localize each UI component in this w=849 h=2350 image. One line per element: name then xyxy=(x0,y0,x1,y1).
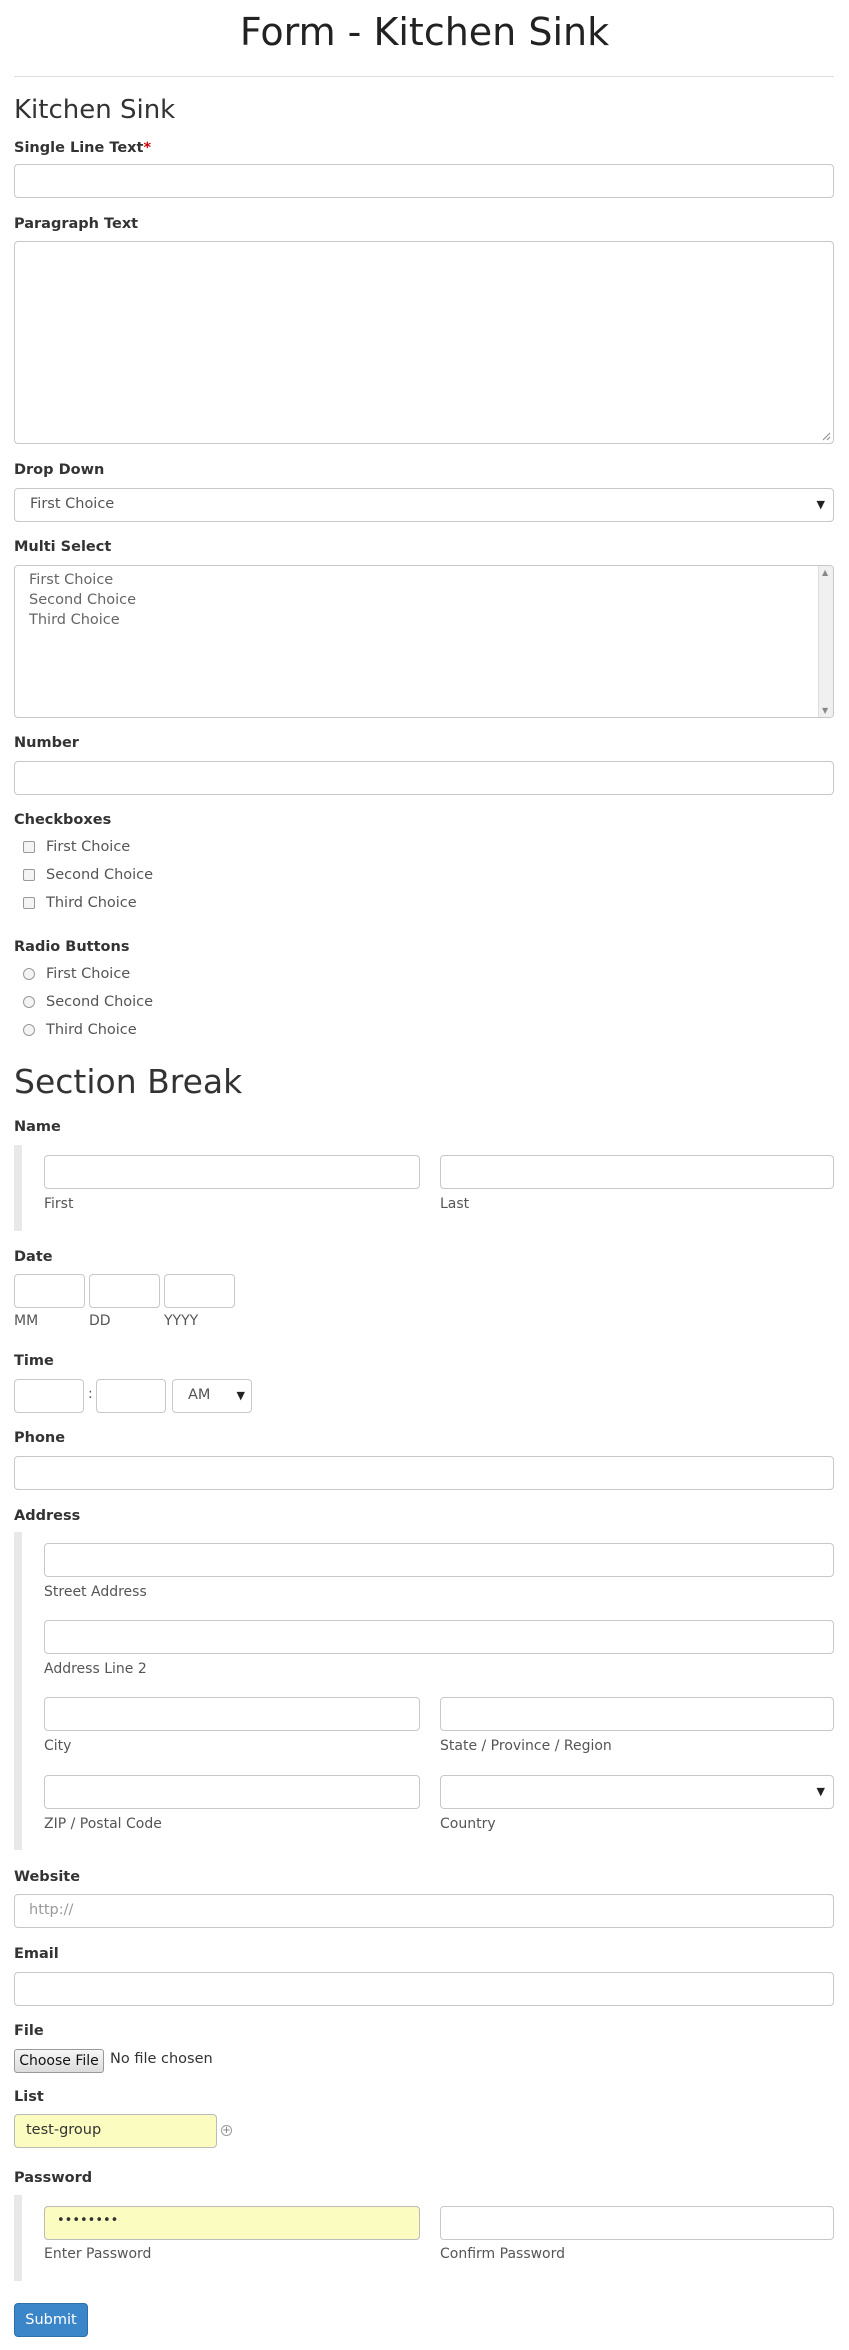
phone-label: Phone xyxy=(14,1430,66,1446)
checkbox-second[interactable] xyxy=(23,869,35,881)
dropdown-value: First Choice xyxy=(30,496,115,512)
first-name-input[interactable] xyxy=(44,1155,420,1189)
address-line2-sublabel: Address Line 2 xyxy=(44,1661,147,1677)
paragraph-label: Paragraph Text xyxy=(14,216,139,232)
date-day-sublabel: DD xyxy=(89,1313,111,1329)
password-value: •••••••• xyxy=(57,2213,119,2228)
file-status: No file chosen xyxy=(110,2051,213,2067)
chevron-down-icon: ▼ xyxy=(236,1389,245,1402)
website-input[interactable]: http:// xyxy=(14,1894,834,1928)
email-input[interactable] xyxy=(14,1972,834,2006)
time-separator: : xyxy=(88,1386,93,1402)
password-label: Password xyxy=(14,2170,93,2186)
checkboxes-label: Checkboxes xyxy=(14,812,112,828)
list-value: test-group xyxy=(26,2122,102,2138)
page-title: Form - Kitchen Sink xyxy=(239,10,610,54)
last-name-sublabel: Last xyxy=(440,1196,470,1212)
last-name-input[interactable] xyxy=(440,1155,834,1189)
street-address-sublabel: Street Address xyxy=(44,1584,147,1600)
single-line-input[interactable] xyxy=(14,164,834,198)
name-label: Name xyxy=(14,1119,61,1135)
state-sublabel: State / Province / Region xyxy=(440,1738,612,1754)
country-sublabel: Country xyxy=(440,1816,496,1832)
dropdown-select[interactable]: First Choice ▼ xyxy=(14,488,834,522)
checkbox-label: Third Choice xyxy=(46,895,137,911)
date-year-sublabel: YYYY xyxy=(164,1313,199,1329)
multiselect-option[interactable]: Second Choice xyxy=(29,592,136,608)
multiselect-list[interactable]: First Choice Second Choice Third Choice … xyxy=(14,565,834,718)
time-ampm-select[interactable]: AM ▼ xyxy=(172,1379,252,1413)
submit-button[interactable]: Submit xyxy=(14,2303,88,2337)
state-input[interactable] xyxy=(440,1697,834,1731)
list-input[interactable]: test-group xyxy=(14,2114,217,2148)
website-label: Website xyxy=(14,1869,81,1885)
time-minute-input[interactable] xyxy=(96,1379,166,1413)
radio-third[interactable] xyxy=(23,1024,35,1036)
dropdown-label: Drop Down xyxy=(14,462,105,478)
enter-password-sublabel: Enter Password xyxy=(44,2246,152,2262)
paragraph-textarea[interactable] xyxy=(14,241,834,444)
first-name-sublabel: First xyxy=(44,1196,74,1212)
password-group-bar xyxy=(14,2195,22,2281)
zip-sublabel: ZIP / Postal Code xyxy=(44,1816,162,1832)
multiselect-scrollbar[interactable]: ▲ ▼ xyxy=(818,566,833,717)
form-heading: Kitchen Sink xyxy=(14,95,176,125)
time-hour-input[interactable] xyxy=(14,1379,84,1413)
date-year-input[interactable] xyxy=(164,1274,235,1308)
checkbox-first[interactable] xyxy=(23,841,35,853)
confirm-password-sublabel: Confirm Password xyxy=(440,2246,566,2262)
city-sublabel: City xyxy=(44,1738,72,1754)
checkbox-third[interactable] xyxy=(23,897,35,909)
date-month-input[interactable] xyxy=(14,1274,85,1308)
checkbox-label: Second Choice xyxy=(46,867,154,883)
ampm-value: AM xyxy=(188,1387,211,1403)
address-group-bar xyxy=(14,1532,22,1850)
multiselect-option[interactable]: First Choice xyxy=(29,572,113,588)
scroll-up-icon[interactable]: ▲ xyxy=(822,568,828,577)
resize-handle-icon[interactable] xyxy=(822,432,831,441)
radio-label: Second Choice xyxy=(46,994,154,1010)
country-select[interactable]: ▼ xyxy=(440,1775,834,1809)
multiselect-option[interactable]: Third Choice xyxy=(29,612,120,628)
phone-input[interactable] xyxy=(14,1456,834,1490)
number-input[interactable] xyxy=(14,761,834,795)
address-label: Address xyxy=(14,1508,81,1524)
section-break-heading: Section Break xyxy=(14,1062,243,1101)
radio-label: First Choice xyxy=(46,966,131,982)
address-line2-input[interactable] xyxy=(44,1620,834,1654)
checkbox-label: First Choice xyxy=(46,839,131,855)
single-line-label: Single Line Text* xyxy=(14,140,152,156)
multiselect-label: Multi Select xyxy=(14,539,112,555)
name-group-bar xyxy=(14,1145,22,1231)
city-input[interactable] xyxy=(44,1697,420,1731)
title-divider xyxy=(14,76,834,77)
add-icon[interactable]: + xyxy=(221,2125,232,2136)
password-input[interactable]: •••••••• xyxy=(44,2206,420,2240)
date-day-input[interactable] xyxy=(89,1274,160,1308)
email-label: Email xyxy=(14,1946,59,1962)
list-label: List xyxy=(14,2089,44,2105)
chevron-down-icon: ▼ xyxy=(816,1785,825,1798)
number-label: Number xyxy=(14,735,79,751)
scroll-down-icon[interactable]: ▼ xyxy=(822,706,828,715)
date-label: Date xyxy=(14,1249,53,1265)
radio-first[interactable] xyxy=(23,968,35,980)
radios-label: Radio Buttons xyxy=(14,939,130,955)
street-address-input[interactable] xyxy=(44,1543,834,1577)
radio-label: Third Choice xyxy=(46,1022,137,1038)
website-placeholder: http:// xyxy=(29,1902,74,1918)
form-page: Form - Kitchen Sink Kitchen Sink Single … xyxy=(0,0,849,2350)
choose-file-button[interactable]: Choose File xyxy=(14,2049,104,2073)
zip-input[interactable] xyxy=(44,1775,420,1809)
radio-second[interactable] xyxy=(23,996,35,1008)
confirm-password-input[interactable] xyxy=(440,2206,834,2240)
time-label: Time xyxy=(14,1353,54,1369)
file-label: File xyxy=(14,2023,44,2039)
date-month-sublabel: MM xyxy=(14,1313,39,1329)
required-mark: * xyxy=(143,140,152,156)
chevron-down-icon: ▼ xyxy=(816,498,825,511)
